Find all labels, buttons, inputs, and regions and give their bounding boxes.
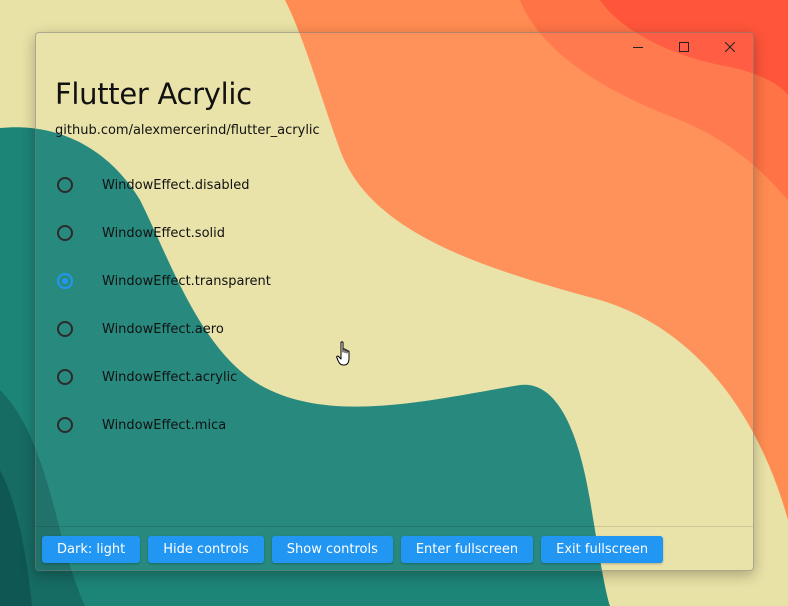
radio-button[interactable] bbox=[57, 177, 73, 193]
effect-label: WindowEffect.solid bbox=[102, 225, 226, 241]
effect-label: WindowEffect.transparent bbox=[102, 273, 271, 289]
enter-fullscreen-button[interactable]: Enter fullscreen bbox=[400, 536, 534, 563]
hide-controls-button[interactable]: Hide controls bbox=[148, 536, 264, 563]
radio-button[interactable] bbox=[57, 369, 73, 385]
effect-option-solid[interactable]: WindowEffect.solid bbox=[36, 209, 753, 257]
radio-button[interactable] bbox=[57, 321, 73, 337]
effect-option-disabled[interactable]: WindowEffect.disabled bbox=[36, 161, 753, 209]
window-effect-list: WindowEffect.disabled WindowEffect.solid… bbox=[36, 161, 753, 449]
effect-option-transparent[interactable]: WindowEffect.transparent bbox=[36, 257, 753, 305]
desktop: Flutter Acrylic github.com/alexmercerind… bbox=[0, 0, 788, 606]
effect-option-mica[interactable]: WindowEffect.mica bbox=[36, 401, 753, 449]
radio-button-selected[interactable] bbox=[57, 273, 73, 289]
exit-fullscreen-button[interactable]: Exit fullscreen bbox=[541, 536, 664, 563]
radio-button[interactable] bbox=[57, 225, 73, 241]
maximize-button[interactable] bbox=[661, 33, 707, 61]
effect-label: WindowEffect.mica bbox=[102, 417, 227, 433]
minimize-button[interactable] bbox=[615, 33, 661, 61]
close-button[interactable] bbox=[707, 33, 753, 61]
effect-option-acrylic[interactable]: WindowEffect.acrylic bbox=[36, 353, 753, 401]
radio-button[interactable] bbox=[57, 417, 73, 433]
page-title: Flutter Acrylic bbox=[55, 77, 252, 111]
effect-label: WindowEffect.aero bbox=[102, 321, 224, 337]
caption-buttons bbox=[615, 33, 753, 61]
show-controls-button[interactable]: Show controls bbox=[271, 536, 393, 563]
dark-light-button[interactable]: Dark: light bbox=[42, 536, 141, 563]
maximize-icon bbox=[679, 42, 689, 52]
effect-option-aero[interactable]: WindowEffect.aero bbox=[36, 305, 753, 353]
close-icon bbox=[725, 42, 735, 52]
minimize-icon bbox=[633, 47, 643, 48]
app-window: Flutter Acrylic github.com/alexmercerind… bbox=[35, 32, 754, 571]
effect-label: WindowEffect.acrylic bbox=[102, 369, 238, 385]
button-bar: Dark: light Hide controls Show controls … bbox=[42, 536, 664, 563]
effect-label: WindowEffect.disabled bbox=[102, 177, 250, 193]
bottom-divider bbox=[36, 526, 753, 527]
repo-link: github.com/alexmercerind/flutter_acrylic bbox=[55, 123, 320, 138]
